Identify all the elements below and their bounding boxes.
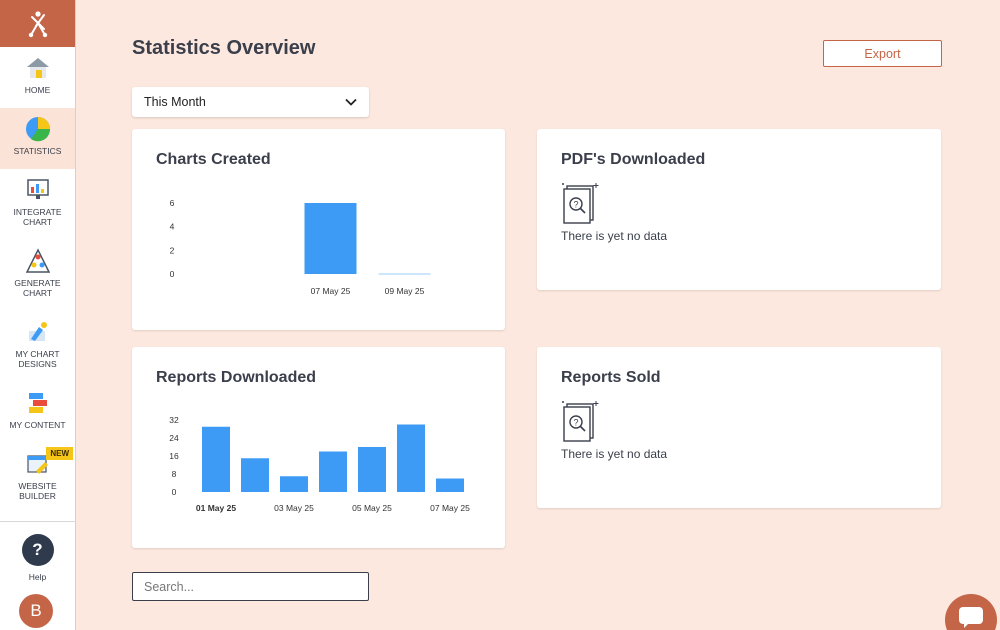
y-tick-label: 16 xyxy=(169,451,179,461)
empty-report-icon: ? xyxy=(562,183,599,224)
sidebar-item-website-builder[interactable]: NEW WEBSITE BUILDER xyxy=(0,443,75,513)
logo-icon xyxy=(28,10,47,37)
avatar[interactable]: B xyxy=(19,594,53,628)
sidebar-item-home[interactable]: HOME xyxy=(0,47,75,108)
search-input[interactable] xyxy=(132,572,369,601)
card-title: Reports Sold xyxy=(561,369,661,386)
card-reports-sold: Reports Sold ? There is yet no data xyxy=(537,347,941,508)
bar[interactable] xyxy=(397,424,425,493)
y-tick-label: 0 xyxy=(172,487,177,497)
x-tick-label: 07 May 25 xyxy=(311,286,351,296)
empty-state: ? There is yet no data xyxy=(561,181,667,243)
empty-state-text: There is yet no data xyxy=(561,447,668,461)
export-button[interactable]: Export xyxy=(823,40,942,67)
bar[interactable] xyxy=(280,476,308,492)
sidebar-item-label: INTEGRATE CHART xyxy=(13,207,62,227)
x-tick-label: 03 May 25 xyxy=(274,503,314,513)
help-label: Help xyxy=(28,572,47,582)
bar[interactable] xyxy=(436,478,464,493)
integrate-icon xyxy=(25,177,51,203)
x-tick-label: 09 May 25 xyxy=(385,286,425,296)
sidebar-item-label: STATISTICS xyxy=(13,146,62,156)
y-tick-label: 32 xyxy=(169,415,179,425)
bar[interactable] xyxy=(358,447,386,492)
sidebar-item-my-chart-designs[interactable]: MY CHART DESIGNS xyxy=(0,311,75,382)
chevron-down-icon xyxy=(345,98,357,106)
card-reports-downloaded: Reports Downloaded 0 8 16 24 32 01 May 25 03 M… xyxy=(132,347,505,548)
page-title: Statistics Overview xyxy=(132,37,316,59)
empty-report-icon: ? xyxy=(562,401,599,442)
sidebar-divider xyxy=(0,521,75,522)
help-icon: ? xyxy=(21,534,54,566)
new-badge: NEW xyxy=(46,447,73,460)
sidebar-item-generate-chart[interactable]: GENERATE CHART xyxy=(0,240,75,311)
sidebar-item-integrate-chart[interactable]: INTEGRATE CHART xyxy=(0,169,75,240)
y-tick-label: 4 xyxy=(170,222,175,232)
bar[interactable] xyxy=(202,426,230,492)
x-tick-label: 05 May 25 xyxy=(352,503,392,513)
sidebar-item-statistics[interactable]: STATISTICS xyxy=(0,108,75,169)
x-tick-label: 01 May 25 xyxy=(196,503,236,513)
y-tick-label: 8 xyxy=(172,469,177,479)
generate-chart-icon xyxy=(25,248,51,274)
home-icon xyxy=(25,55,51,81)
pie-chart-icon xyxy=(25,116,51,142)
bar[interactable] xyxy=(304,203,357,274)
bar[interactable] xyxy=(319,451,347,493)
svg-text:?: ? xyxy=(573,200,578,210)
card-title: PDF's Downloaded xyxy=(561,151,706,168)
sidebar-item-my-content[interactable]: MY CONTENT xyxy=(0,382,75,443)
svg-text:?: ? xyxy=(573,418,578,428)
help-button[interactable]: ? Help xyxy=(0,534,75,582)
y-tick-label: 24 xyxy=(169,433,179,443)
x-tick-label: 07 May 25 xyxy=(430,503,470,513)
sidebar-item-label: GENERATE CHART xyxy=(14,278,61,298)
card-charts-created: Charts Created 0 2 4 6 07 May 25 09 May 25 xyxy=(132,129,505,330)
sidebar: HOME STATISTICS INTEGRATE CHART GENERATE… xyxy=(0,0,76,630)
chat-button[interactable] xyxy=(945,594,997,630)
charts-created-chart: 0 2 4 6 07 May 25 09 May 25 xyxy=(170,198,431,296)
period-select-value: This Month xyxy=(144,95,206,109)
sidebar-item-label: WEBSITE BUILDER xyxy=(18,481,57,501)
app-logo[interactable] xyxy=(0,0,75,47)
sidebar-item-label: MY CONTENT xyxy=(9,420,66,430)
sidebar-item-label: HOME xyxy=(24,85,51,95)
y-tick-label: 2 xyxy=(170,245,175,255)
y-tick-label: 6 xyxy=(170,198,175,208)
empty-state: ? There is yet no data xyxy=(561,399,667,461)
designs-icon xyxy=(25,319,51,345)
chat-icon xyxy=(959,607,983,628)
reports-downloaded-chart: 0 8 16 24 32 01 May 25 03 May 25 05 May 25 07 Ma… xyxy=(169,415,470,513)
period-select[interactable]: This Month xyxy=(132,87,369,117)
card-pdfs-downloaded: PDF's Downloaded ? There is yet no data xyxy=(537,129,941,290)
content-icon xyxy=(25,390,51,416)
sidebar-item-label: MY CHART DESIGNS xyxy=(15,349,60,369)
bar[interactable] xyxy=(241,458,269,492)
y-tick-label: 0 xyxy=(170,269,175,279)
empty-state-text: There is yet no data xyxy=(561,229,668,243)
